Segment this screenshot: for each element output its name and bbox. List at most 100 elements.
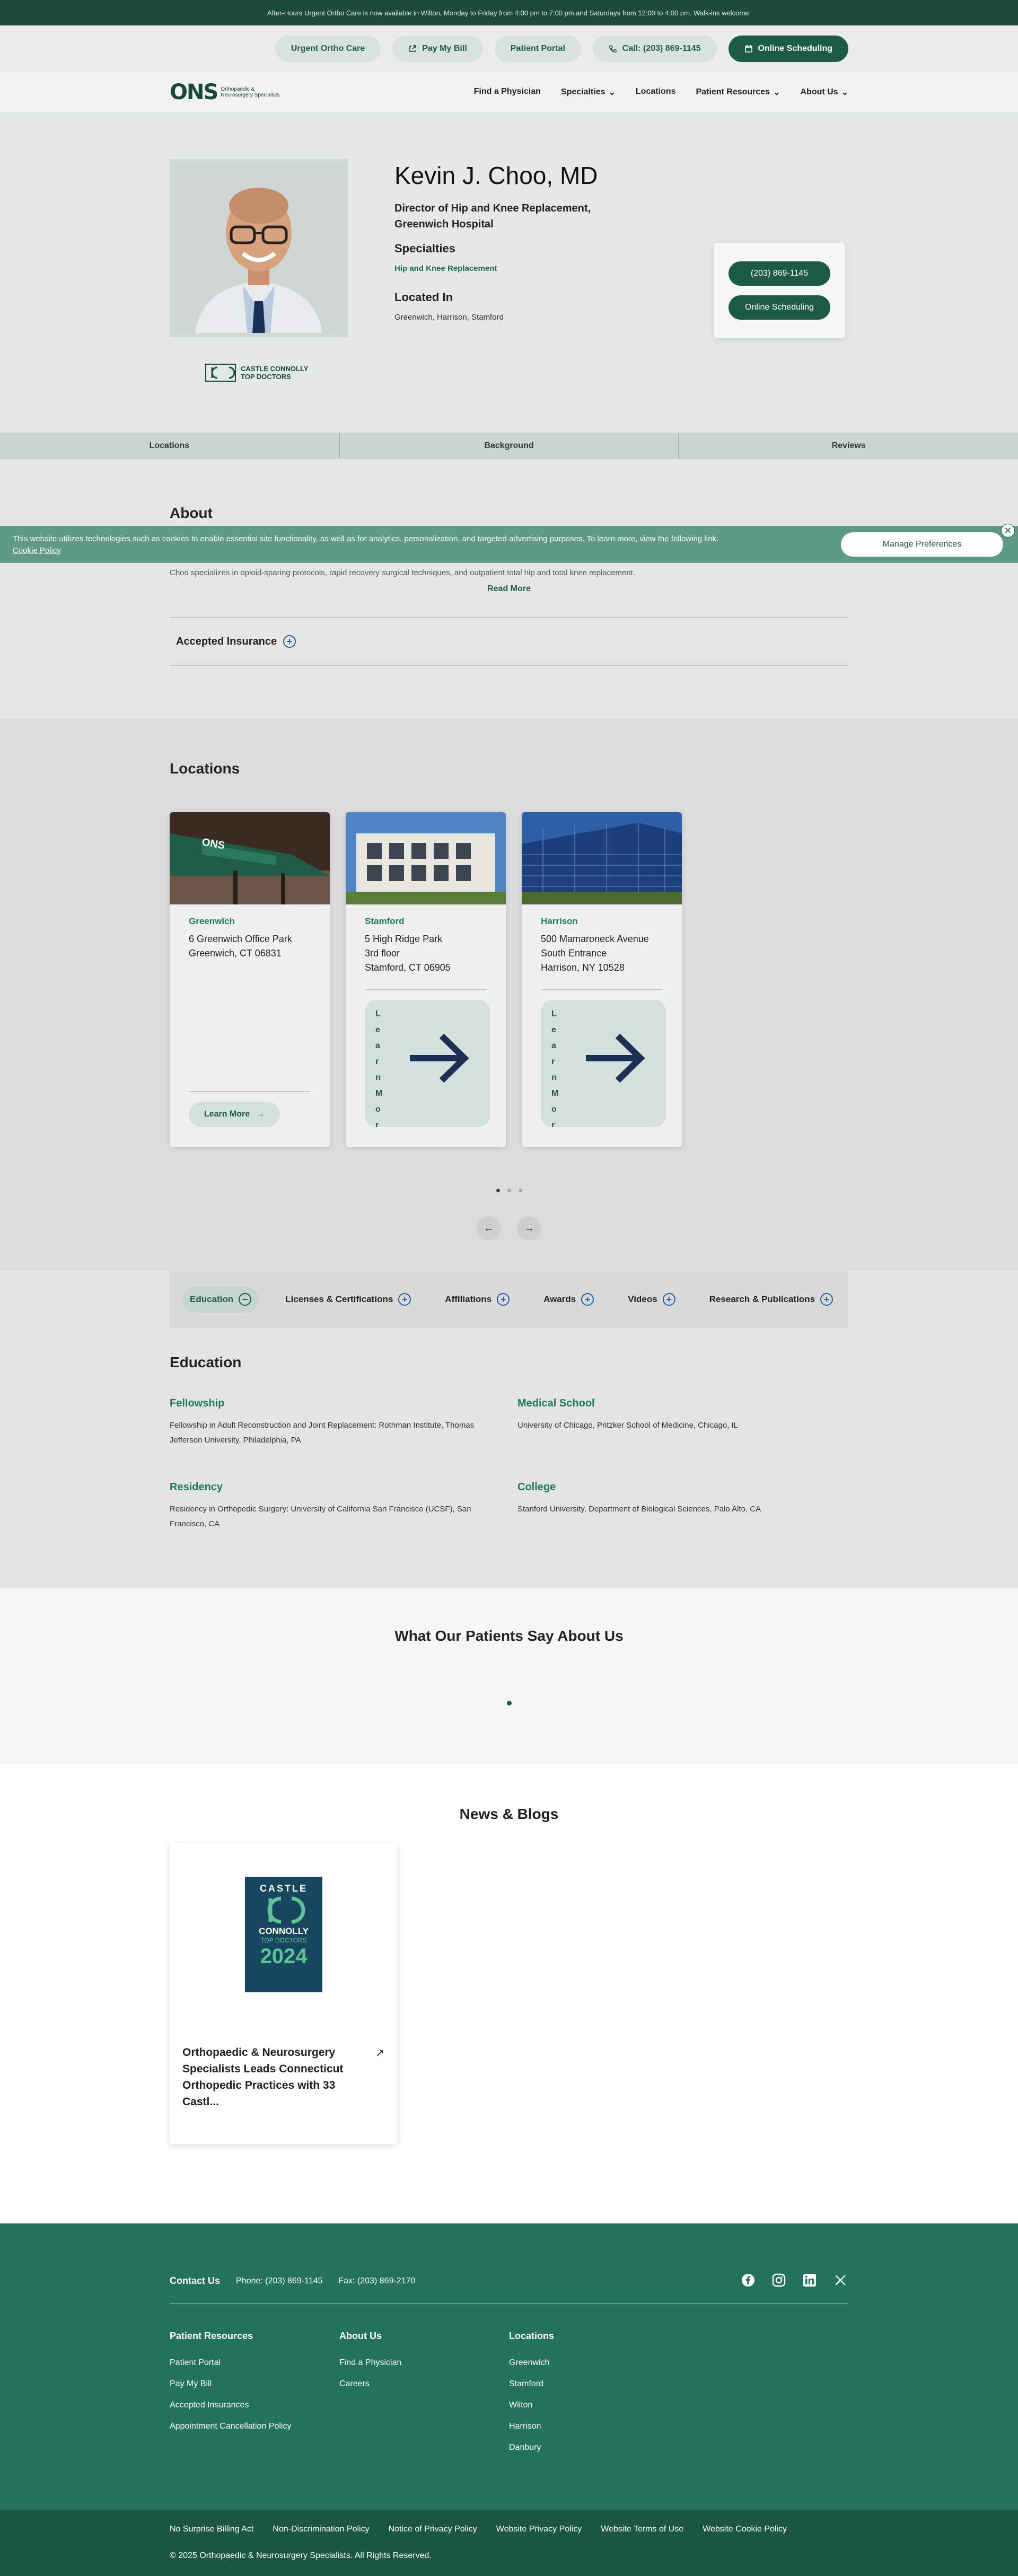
carousel-dot[interactable]: [496, 1189, 500, 1192]
tab-education[interactable]: Education −: [182, 1286, 259, 1313]
phone-button[interactable]: (203) 869-1145: [729, 261, 830, 286]
x-twitter-icon[interactable]: [832, 2272, 848, 2288]
linkedin-icon[interactable]: [802, 2272, 818, 2288]
close-icon[interactable]: ✕: [1001, 524, 1015, 538]
urgent-care-button[interactable]: Urgent Ortho Care: [275, 36, 381, 62]
nav-locations[interactable]: Locations: [636, 87, 676, 98]
nav-about-us[interactable]: About Us ⌄: [800, 87, 848, 98]
specialties-heading: Specialties: [394, 242, 455, 255]
chevron-down-icon: ⌄: [841, 88, 848, 97]
divider: [365, 989, 487, 990]
instagram-icon[interactable]: [771, 2272, 787, 2288]
external-link-icon: [408, 45, 417, 53]
carousel-next-button[interactable]: →: [517, 1216, 541, 1241]
manage-preferences-button[interactable]: Manage Preferences: [841, 532, 1003, 557]
legal-link[interactable]: Website Terms of Use: [601, 2525, 683, 2534]
pay-bill-button[interactable]: Pay My Bill: [392, 36, 483, 62]
patient-portal-button[interactable]: Patient Portal: [494, 36, 581, 62]
footer-link[interactable]: Find a Physician: [339, 2352, 401, 2373]
site-logo[interactable]: ONS Orthopaedic & Neurosurgery Specialis…: [170, 80, 284, 104]
tab-research[interactable]: Research & Publications +: [702, 1286, 840, 1313]
learn-more-button[interactable]: LearnMore: [541, 1000, 666, 1127]
tab-licenses[interactable]: Licenses & Certifications +: [278, 1286, 418, 1313]
carousel-dots: [170, 1189, 848, 1192]
tab-locations[interactable]: Locations: [0, 433, 340, 459]
learn-more-button[interactable]: Learn More →: [189, 1102, 280, 1127]
footer: Contact Us Phone: (203) 869-1145 Fax: (2…: [0, 2223, 1018, 2510]
thumb-text: TOP DOCTORS: [260, 1937, 307, 1944]
accepted-insurance-toggle[interactable]: Accepted Insurance +: [170, 617, 848, 666]
schedule-button[interactable]: Online Scheduling: [729, 295, 830, 320]
nav-find-physician[interactable]: Find a Physician: [474, 87, 541, 98]
footer-col-title: Locations: [509, 2331, 555, 2341]
physician-name: Kevin J. Choo, MD: [394, 162, 598, 189]
college-block: College Stanford University, Department …: [517, 1481, 836, 1517]
tab-videos[interactable]: Videos +: [620, 1286, 682, 1313]
legal-links: No Surprise Billing Act Non-Discriminati…: [170, 2525, 787, 2534]
footer-link[interactable]: Accepted Insurances: [170, 2395, 291, 2416]
minus-icon: −: [239, 1293, 252, 1306]
news-thumbnail: CASTLE CONNOLLY TOP DOCTORS 2024: [245, 1877, 322, 1992]
news-card[interactable]: CASTLE CONNOLLY TOP DOCTORS 2024 Orthopa…: [170, 1843, 398, 2144]
footer-link[interactable]: Stamford: [509, 2373, 554, 2395]
online-scheduling-button[interactable]: Online Scheduling: [728, 36, 848, 62]
college-label: College: [517, 1481, 556, 1493]
footer-link[interactable]: Danbury: [509, 2437, 554, 2458]
tab-reviews[interactable]: Reviews: [679, 433, 1018, 459]
legal-link[interactable]: Website Privacy Policy: [496, 2525, 582, 2534]
nav-patient-resources[interactable]: Patient Resources ⌄: [696, 87, 780, 98]
legal-link[interactable]: Non-Discrimination Policy: [273, 2525, 369, 2534]
news-section: News & Blogs CASTLE CONNOLLY TOP DOCTORS…: [0, 1764, 1018, 2223]
footer-link[interactable]: Appointment Cancellation Policy: [170, 2416, 291, 2437]
calendar-icon: [744, 45, 753, 53]
footer-link[interactable]: Harrison: [509, 2416, 554, 2437]
cookie-policy-link[interactable]: Cookie Policy: [13, 545, 850, 557]
fellowship-label: Fellowship: [170, 1397, 225, 1409]
carousel-dot[interactable]: [507, 1701, 512, 1705]
physician-hero: CASTLE CONNOLLY TOP DOCTORS Kevin J. Cho…: [0, 112, 1018, 433]
location-image: ONS: [170, 812, 330, 904]
pay-bill-label: Pay My Bill: [422, 44, 467, 53]
footer-phone[interactable]: Phone: (203) 869-1145: [236, 2276, 322, 2286]
learn-more-button[interactable]: LearnMore: [365, 1000, 490, 1127]
legal-link[interactable]: No Surprise Billing Act: [170, 2525, 253, 2534]
tab-label: Education: [190, 1294, 234, 1304]
specialty-link[interactable]: Hip and Knee Replacement: [394, 264, 497, 273]
tab-awards[interactable]: Awards +: [536, 1286, 601, 1313]
read-more-button[interactable]: Read More: [170, 584, 848, 594]
footer-link[interactable]: Greenwich: [509, 2352, 554, 2373]
facebook-icon[interactable]: [740, 2272, 756, 2288]
thumb-text: CONNOLLY: [259, 1926, 309, 1936]
castle-connolly-logo-icon: [267, 1896, 305, 1924]
call-button[interactable]: Call: (203) 869-1145: [592, 36, 717, 62]
tab-background[interactable]: Background: [340, 433, 680, 459]
legal-link[interactable]: Notice of Privacy Policy: [389, 2525, 477, 2534]
located-in-heading: Located In: [394, 291, 453, 304]
nav-find-physician-label: Find a Physician: [473, 87, 541, 96]
nav-specialties[interactable]: Specialties ⌄: [561, 87, 616, 98]
nav-specialties-label: Specialties: [560, 87, 605, 96]
location-card: Stamford 5 High Ridge Park 3rd floor Sta…: [346, 812, 506, 1147]
legal-link[interactable]: Website Cookie Policy: [703, 2525, 787, 2534]
accepted-insurance-label: Accepted Insurance: [176, 635, 277, 647]
footer-link[interactable]: Wilton: [509, 2395, 554, 2416]
footer-link[interactable]: Careers: [339, 2373, 401, 2395]
carousel-dot[interactable]: [518, 1189, 522, 1192]
footer-link[interactable]: Patient Portal: [170, 2352, 291, 2373]
arrow-right-icon: [402, 1021, 476, 1098]
residency-block: Residency Residency in Orthopedic Surger…: [170, 1481, 488, 1532]
locations-heading: Locations: [170, 760, 240, 777]
footer-fax: Fax: (203) 869-2170: [338, 2276, 416, 2285]
copyright: © 2025 Orthopaedic & Neurosurgery Specia…: [170, 2551, 432, 2560]
section-tabs: Locations Background Reviews: [0, 433, 1018, 459]
medical-school-text: University of Chicago, Pritzker School o…: [517, 1421, 739, 1430]
carousel-prev-button[interactable]: ←: [477, 1216, 501, 1241]
residency-label: Residency: [170, 1481, 223, 1493]
footer-link[interactable]: Pay My Bill: [170, 2373, 291, 2395]
tab-affiliations[interactable]: Affiliations +: [437, 1286, 517, 1313]
education-heading: Education: [170, 1354, 242, 1370]
news-title: Orthopaedic & Neurosurgery Specialists L…: [182, 2046, 344, 2108]
carousel-dot[interactable]: [507, 1189, 511, 1192]
locations-section: Locations ONS Greenwich 6 Greenwich Offi…: [0, 719, 1018, 1270]
address-line: 500 Mamaroneck Avenue: [541, 934, 649, 944]
